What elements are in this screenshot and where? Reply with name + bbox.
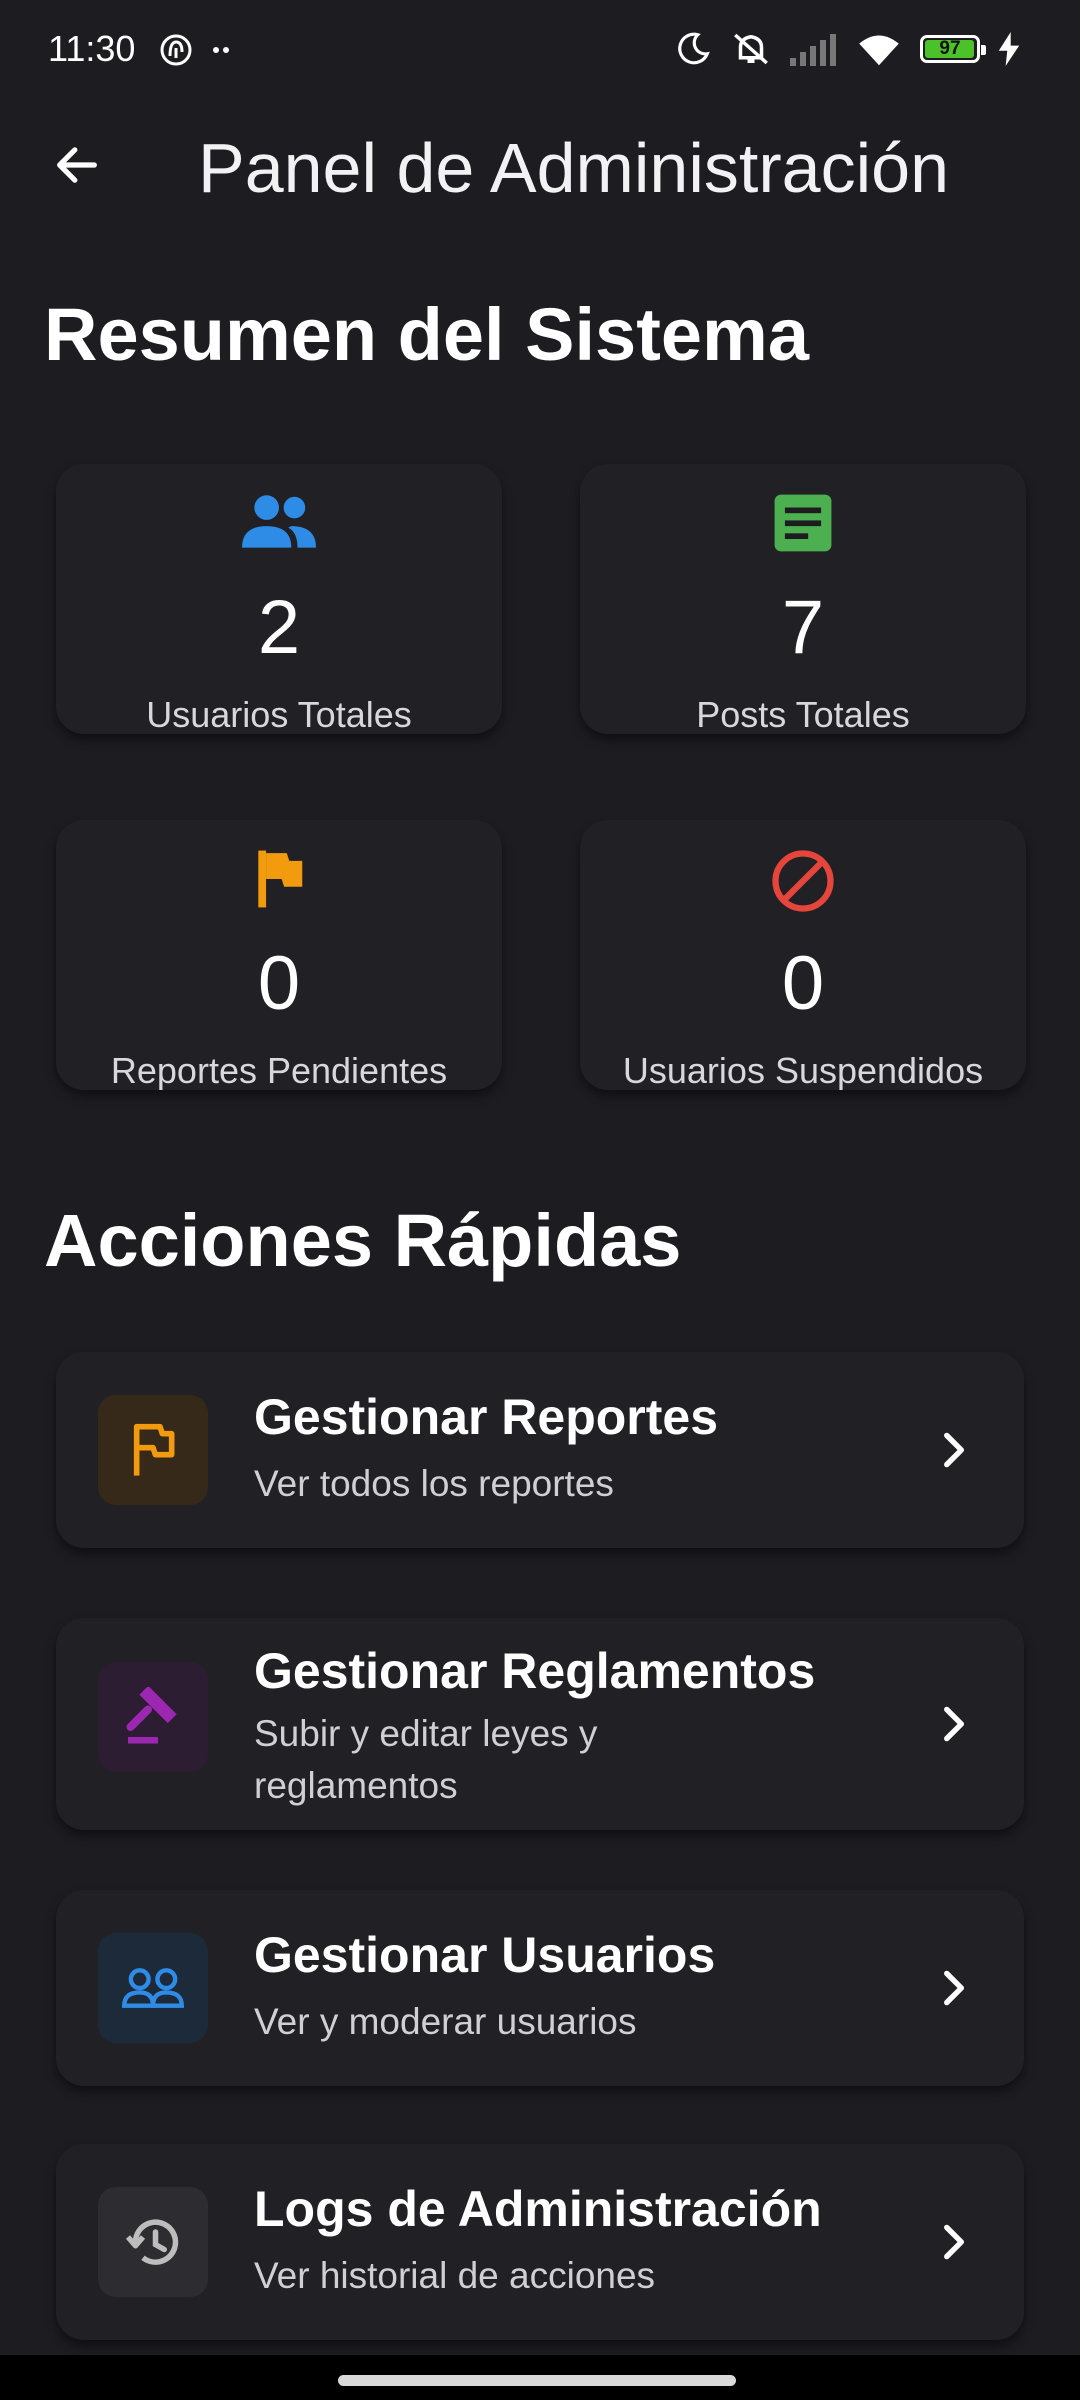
action-title: Gestionar Reglamentos	[254, 1643, 816, 1699]
battery-nub	[981, 45, 986, 55]
stat-value: 2	[257, 585, 301, 670]
charging-icon	[998, 32, 1020, 66]
action-subtitle: Ver todos los reportes	[254, 1463, 614, 1504]
quick-actions-section-title: Acciones Rápidas	[44, 1199, 682, 1282]
chevron-right-icon	[944, 1970, 965, 2006]
signal-icon	[790, 34, 836, 66]
home-indicator[interactable]	[338, 2375, 736, 2386]
action-subtitle: Ver historial de acciones	[254, 2255, 656, 2296]
back-button[interactable]	[40, 128, 114, 202]
stat-label: Usuarios Totales	[146, 694, 412, 734]
flag-outline-icon	[133, 1423, 175, 1476]
status-notification-icons	[158, 30, 238, 75]
stat-label: Posts Totales	[696, 694, 910, 734]
action-manage-regulations[interactable]: Gestionar Reglamentos Subir y editar ley…	[56, 1618, 1024, 1830]
action-title: Gestionar Usuarios	[254, 1927, 716, 1983]
chevron-right-icon	[944, 1432, 965, 1468]
system-navigation-bar	[0, 2355, 1080, 2400]
page-title: Panel de Administración	[198, 129, 949, 207]
stat-card-suspended-users: 0 Usuarios Suspendidos	[580, 820, 1026, 1090]
flag-icon	[258, 850, 303, 908]
chevron-right-icon	[944, 1706, 965, 1742]
action-title: Logs de Administración	[254, 2181, 822, 2237]
block-icon	[772, 850, 834, 912]
action-manage-users[interactable]: Gestionar Usuarios Ver y moderar usuario…	[56, 1890, 1024, 2086]
battery-level: 97	[939, 38, 961, 59]
stat-card-pending-reports: 0 Reportes Pendientes	[56, 820, 502, 1090]
stat-value: 0	[781, 941, 825, 1026]
action-admin-logs[interactable]: Logs de Administración Ver historial de …	[56, 2144, 1024, 2340]
article-icon	[774, 494, 832, 552]
summary-section-title: Resumen del Sistema	[44, 293, 809, 376]
people-outline-icon	[122, 1968, 184, 2008]
status-time: 11:30	[48, 28, 136, 69]
chevron-right-icon	[944, 2224, 965, 2260]
gavel-icon	[126, 1687, 177, 1744]
action-subtitle: Subir y editar leyes y reglamentos	[254, 1713, 598, 1806]
stat-card-total-posts: 7 Posts Totales	[580, 464, 1026, 734]
stat-label: Usuarios Suspendidos	[622, 1050, 984, 1090]
battery-icon: 97	[920, 35, 986, 63]
fingerprint-icon	[160, 34, 192, 66]
moon-icon	[678, 32, 710, 65]
action-subtitle: Ver y moderar usuarios	[254, 2001, 637, 2042]
app-bar: Panel de Administración	[0, 100, 1080, 230]
action-manage-reports[interactable]: Gestionar Reportes Ver todos los reporte…	[56, 1352, 1024, 1548]
stat-value: 0	[257, 941, 301, 1026]
action-title: Gestionar Reportes	[254, 1389, 719, 1445]
wifi-icon	[859, 35, 899, 66]
history-icon	[125, 2219, 179, 2265]
stat-label: Reportes Pendientes	[110, 1050, 448, 1090]
arrow-back-icon	[57, 147, 97, 183]
notifications-off-icon	[734, 33, 768, 65]
group-icon	[242, 495, 316, 548]
status-bar: 11:30 97	[0, 0, 1080, 100]
stat-value: 7	[781, 585, 825, 670]
status-system-icons: 97	[674, 28, 1020, 70]
stat-card-total-users: 2 Usuarios Totales	[56, 464, 502, 734]
